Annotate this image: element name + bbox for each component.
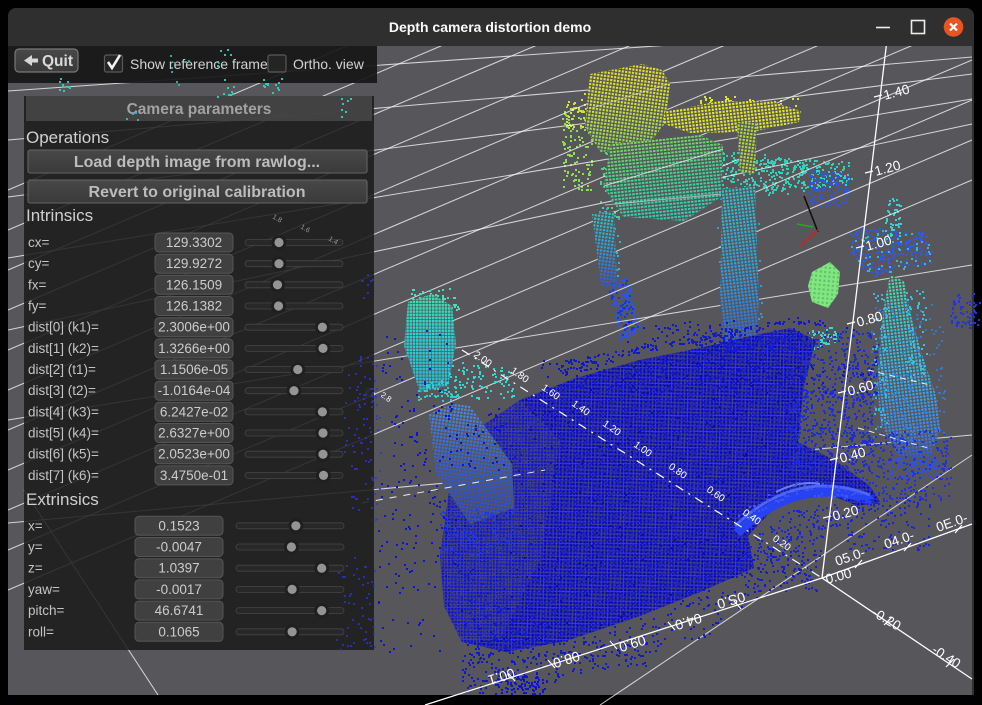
svg-text:yaw=: yaw= bbox=[28, 582, 60, 597]
svg-text:dist[6] (k5)=: dist[6] (k5)= bbox=[28, 447, 99, 462]
svg-text:fy=: fy= bbox=[28, 299, 47, 314]
svg-text:46.6741: 46.6741 bbox=[155, 603, 204, 618]
svg-text:0.1523: 0.1523 bbox=[158, 518, 199, 533]
svg-text:2.6327e+00: 2.6327e+00 bbox=[158, 426, 230, 441]
svg-text:dist[3] (t2)=: dist[3] (t2)= bbox=[28, 383, 96, 398]
svg-text:129.9272: 129.9272 bbox=[166, 256, 222, 271]
svg-text:Intrinsics: Intrinsics bbox=[26, 206, 93, 225]
svg-text:Load depth image from rawlog..: Load depth image from rawlog... bbox=[74, 154, 320, 171]
svg-text:-0.0017: -0.0017 bbox=[156, 582, 202, 597]
svg-text:roll=: roll= bbox=[28, 624, 54, 639]
svg-text:cx=: cx= bbox=[28, 235, 50, 250]
svg-text:Camera parameters: Camera parameters bbox=[127, 101, 272, 118]
svg-text:Extrinsics: Extrinsics bbox=[26, 490, 99, 509]
svg-text:6.2427e-02: 6.2427e-02 bbox=[160, 404, 228, 419]
svg-text:dist[0] (k1)=: dist[0] (k1)= bbox=[28, 320, 99, 335]
svg-text:2.3006e+00: 2.3006e+00 bbox=[158, 320, 230, 335]
svg-text:126.1382: 126.1382 bbox=[166, 299, 222, 314]
svg-text:1.0397: 1.0397 bbox=[158, 561, 199, 576]
svg-text:Quit: Quit bbox=[42, 53, 73, 70]
svg-text:Revert to original calibration: Revert to original calibration bbox=[89, 184, 306, 201]
svg-text:Ortho. view: Ortho. view bbox=[293, 56, 365, 72]
svg-text:z=: z= bbox=[28, 561, 43, 576]
svg-text:dist[4] (k3)=: dist[4] (k3)= bbox=[28, 404, 99, 419]
svg-text:x=: x= bbox=[28, 518, 43, 533]
svg-text:Show reference frame: Show reference frame bbox=[130, 56, 268, 72]
svg-text:Depth camera distortion demo: Depth camera distortion demo bbox=[389, 19, 591, 35]
svg-text:126.1509: 126.1509 bbox=[166, 277, 222, 292]
svg-text:dist[7] (k6)=: dist[7] (k6)= bbox=[28, 468, 99, 483]
svg-text:1.3266e+00: 1.3266e+00 bbox=[158, 341, 230, 356]
svg-text:2.0523e+00: 2.0523e+00 bbox=[158, 447, 230, 462]
svg-text:dist[1] (k2)=: dist[1] (k2)= bbox=[28, 341, 99, 356]
svg-text:1.1506e-05: 1.1506e-05 bbox=[160, 362, 228, 377]
svg-text:cy=: cy= bbox=[28, 256, 50, 271]
svg-text:y=: y= bbox=[28, 540, 43, 555]
svg-text:dist[2] (t1)=: dist[2] (t1)= bbox=[28, 362, 96, 377]
svg-text:Operations: Operations bbox=[26, 128, 109, 147]
svg-text:-0.0047: -0.0047 bbox=[156, 540, 202, 555]
svg-text:129.3302: 129.3302 bbox=[166, 235, 222, 250]
svg-text:-1.0164e-04: -1.0164e-04 bbox=[158, 383, 231, 398]
svg-text:0.1065: 0.1065 bbox=[158, 624, 199, 639]
svg-text:dist[5] (k4)=: dist[5] (k4)= bbox=[28, 426, 99, 441]
svg-text:3.4750e-01: 3.4750e-01 bbox=[160, 468, 228, 483]
svg-text:fx=: fx= bbox=[28, 277, 47, 292]
svg-text:pitch=: pitch= bbox=[28, 603, 65, 618]
